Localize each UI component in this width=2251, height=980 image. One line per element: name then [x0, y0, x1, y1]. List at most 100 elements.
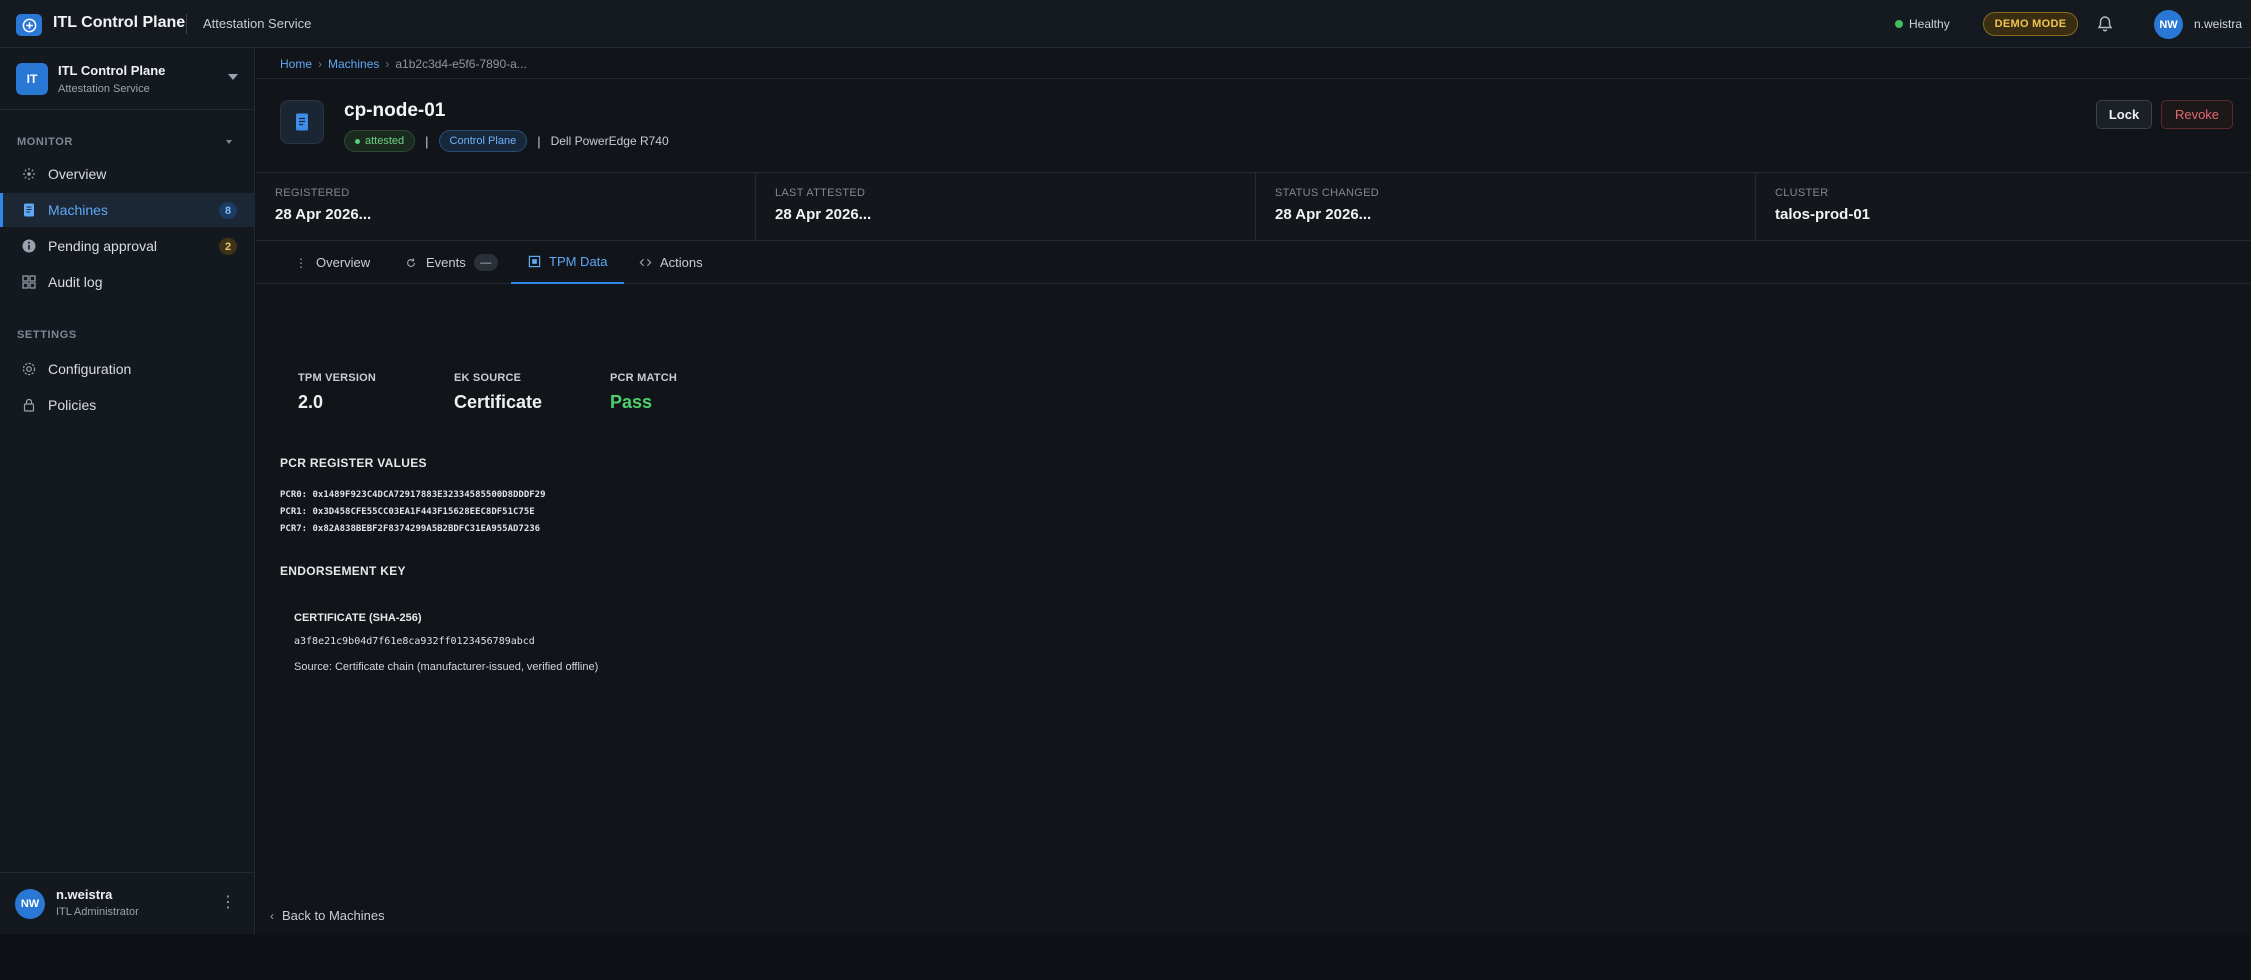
metric-label: EK SOURCE [454, 372, 522, 384]
sidebar-user-footer[interactable]: NW n.weistra ITL Administrator ⋮ [0, 872, 255, 934]
tab-tpm-data[interactable]: TPM Data [511, 241, 624, 284]
bell-icon[interactable] [2095, 14, 2115, 34]
sidebar-item-configuration[interactable]: Configuration [0, 352, 255, 386]
health-dot-icon [1895, 20, 1903, 28]
metric-value: 2.0 [298, 392, 324, 412]
metric-pcr-match: PCR MATCH Pass [610, 372, 677, 413]
code-icon [638, 256, 652, 270]
certificate-hash: a3f8e21c9b04d7f61e8ca932ff0123456789abcd [294, 636, 535, 647]
chevron-left-icon: ‹ [270, 908, 274, 923]
lock-button[interactable]: Lock [2096, 100, 2152, 129]
count-badge: 2 [219, 238, 237, 255]
chip-icon [527, 255, 541, 269]
ek-heading: ENDORSEMENT KEY [280, 564, 406, 578]
sidebar-item-label: Policies [48, 397, 97, 413]
stats-bar: REGISTERED 28 Apr 2026... LAST ATTESTED … [256, 172, 2251, 242]
lock-icon [21, 397, 37, 413]
org-logo: IT [16, 63, 48, 95]
health-label: Healthy [1909, 17, 1950, 31]
chevron-down-icon[interactable] [228, 74, 238, 80]
more-vertical-icon: ⋮ [295, 255, 307, 270]
title-divider [186, 14, 187, 34]
sidebar: IT ITL Control Plane Attestation Service… [0, 48, 255, 934]
stat-label: STATUS CHANGED [1275, 187, 1380, 199]
breadcrumb-current: a1b2c3d4-e5f6-7890-a... [395, 57, 527, 71]
sidebar-item-label: Audit log [48, 274, 103, 290]
user-avatar[interactable]: NW [2154, 10, 2183, 39]
status-label: attested [365, 135, 405, 147]
metric-label: PCR MATCH [610, 372, 677, 384]
stat-label: REGISTERED [275, 187, 350, 199]
breadcrumb-separator-icon: › [385, 57, 390, 71]
more-vertical-icon[interactable]: ⋮ [220, 893, 236, 913]
stat-value: 28 Apr 2026... [1275, 206, 1372, 223]
avatar: NW [15, 889, 45, 919]
sidebar-item-label: Pending approval [48, 238, 157, 254]
sidebar-item-audit-log[interactable]: Audit log [0, 265, 255, 299]
metric-value: Certificate [454, 392, 543, 412]
stat-cluster: CLUSTER talos-prod-01 [1756, 173, 2251, 242]
sidebar-item-label: Configuration [48, 361, 132, 377]
tab-label: TPM Data [549, 254, 608, 269]
sparkle-icon [21, 166, 37, 182]
sidebar-item-overview[interactable]: Overview [0, 157, 255, 191]
metric-label: TPM VERSION [298, 372, 376, 384]
main-content: Home › Machines › a1b2c3d4-e5f6-7890-a..… [256, 48, 2251, 934]
back-to-machines-link[interactable]: ‹ Back to Machines [270, 908, 385, 923]
app-title[interactable]: ITL Control Plane [53, 14, 185, 32]
grid-icon [21, 274, 37, 290]
footer-user-name: n.weistra [56, 887, 113, 902]
machine-document-icon [280, 100, 324, 144]
tab-label: Overview [316, 255, 371, 270]
sidebar-item-policies[interactable]: Policies [0, 388, 255, 422]
divider [256, 78, 2251, 79]
collapse-caret-icon[interactable] [226, 140, 232, 144]
hardware-model: Dell PowerEdge R740 [550, 134, 669, 148]
service-name: Attestation Service [203, 16, 312, 31]
tab-count-badge: — [473, 254, 498, 271]
breadcrumb: Home › Machines › a1b2c3d4-e5f6-7890-a..… [280, 57, 527, 71]
tab-label: Actions [660, 255, 703, 270]
machine-tags: attested | Control Plane | Dell PowerEdg… [344, 130, 669, 152]
stat-label: CLUSTER [1775, 187, 1829, 199]
stat-value: 28 Apr 2026... [275, 206, 372, 223]
stat-label: LAST ATTESTED [775, 187, 866, 199]
breadcrumb-home[interactable]: Home [280, 57, 312, 71]
section-monitor[interactable]: MONITOR [17, 136, 73, 148]
tag-divider: | [537, 133, 541, 149]
stat-value: talos-prod-01 [1775, 206, 1871, 223]
app-logo-icon[interactable] [16, 14, 42, 36]
revoke-button[interactable]: Revoke [2161, 100, 2233, 129]
pcr-heading: PCR REGISTER VALUES [280, 456, 427, 470]
tab-overview[interactable]: ⋮ Overview [294, 241, 370, 284]
metric-value: Pass [610, 392, 653, 412]
breadcrumb-machines[interactable]: Machines [328, 57, 379, 71]
tab-events[interactable]: Events — [404, 241, 498, 284]
status-dot-icon [355, 138, 360, 144]
org-subtitle: Attestation Service [58, 83, 150, 95]
back-link-label: Back to Machines [282, 908, 385, 923]
tab-actions[interactable]: Actions [638, 241, 703, 284]
user-name[interactable]: n.weistra [2194, 17, 2242, 31]
pcr-value: PCR0: 0x1489F923C4DCA72917883E3233458550… [280, 490, 546, 500]
breadcrumb-separator-icon: › [318, 57, 323, 71]
section-settings: SETTINGS [17, 329, 77, 341]
status-badge: attested [344, 130, 416, 152]
sidebar-item-label: Overview [48, 166, 107, 182]
health-status: Healthy [1895, 17, 1950, 31]
org-switcher[interactable]: IT ITL Control Plane Attestation Service [0, 48, 255, 110]
footer-user-role: ITL Administrator [56, 906, 139, 918]
tab-label: Events [426, 255, 466, 270]
pcr-value: PCR7: 0x82A838BEBF2F8374299A5B2BDFC31EA9… [280, 524, 541, 534]
sidebar-item-machines[interactable]: Machines 8 [0, 193, 255, 227]
gear-icon [21, 361, 37, 377]
tag-divider: | [425, 133, 429, 149]
tab-bar: ⋮ Overview Events — TPM Data Actions [256, 241, 2251, 284]
info-icon [21, 238, 37, 254]
role-badge: Control Plane [438, 130, 528, 152]
document-icon [21, 202, 37, 218]
sidebar-item-pending-approval[interactable]: Pending approval 2 [0, 229, 255, 263]
refresh-icon [404, 256, 418, 270]
stat-last-attested: LAST ATTESTED 28 Apr 2026... [756, 173, 1256, 242]
page-bottom [0, 934, 2251, 980]
